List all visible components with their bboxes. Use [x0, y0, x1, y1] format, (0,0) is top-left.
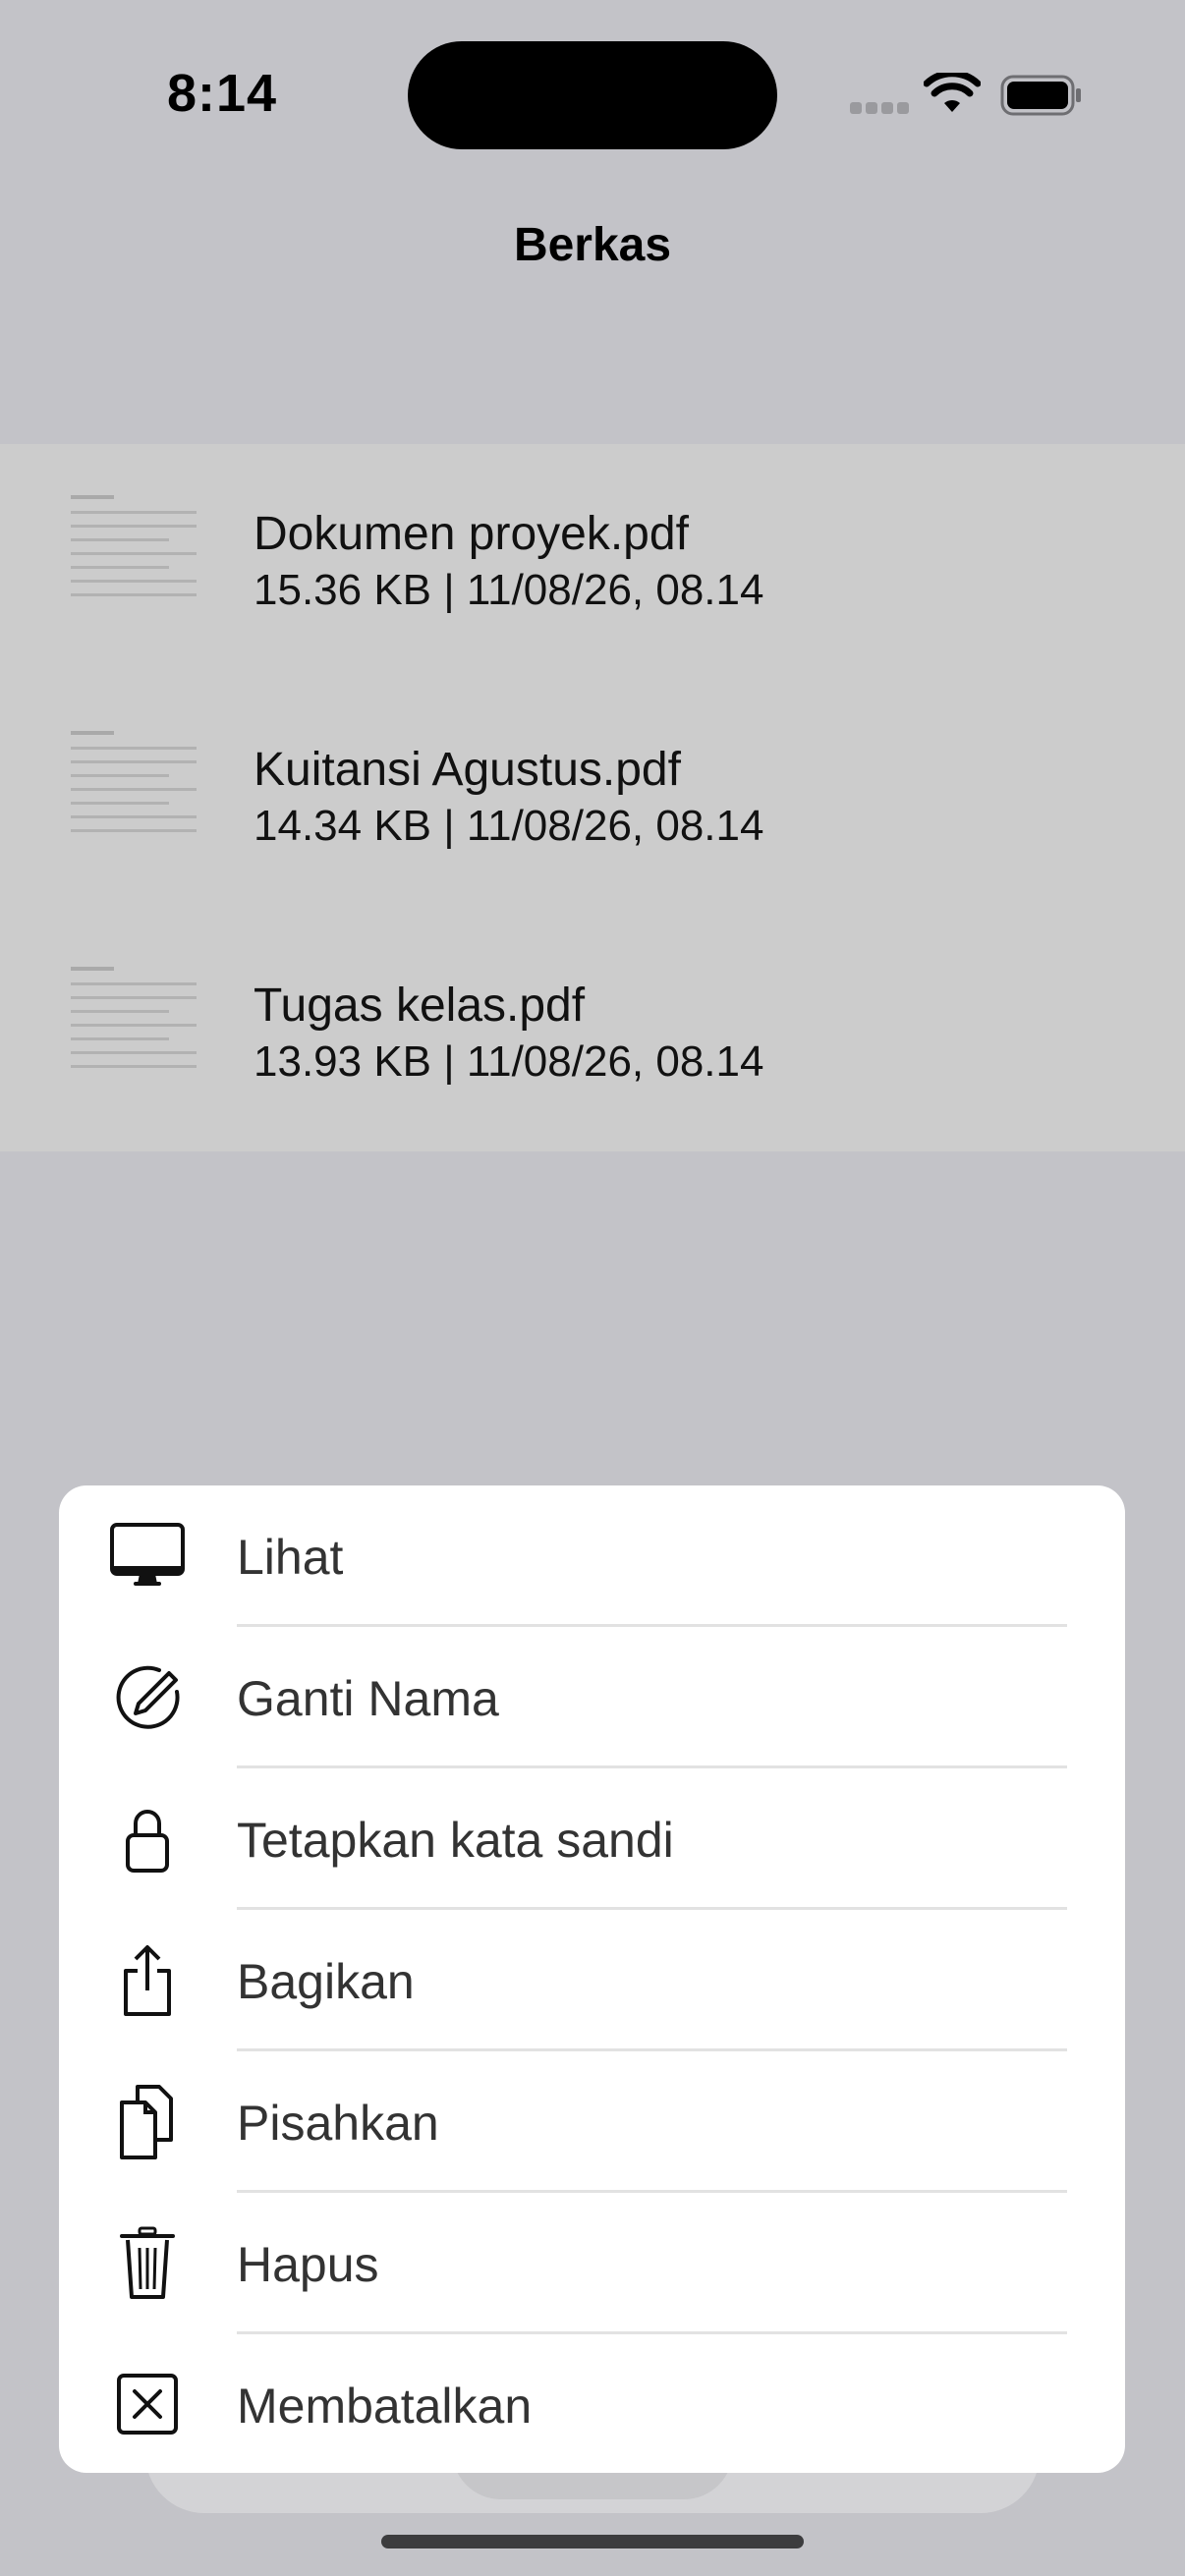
trash-icon [120, 2226, 175, 2299]
file-name: Kuitansi Agustus.pdf [254, 744, 681, 796]
pdf-thumbnail-icon [69, 967, 197, 1085]
action-view[interactable]: Lihat [59, 1485, 1125, 1627]
file-meta: 13.93 KB | 11/08/26, 08.14 [254, 1037, 764, 1086]
file-meta: 15.36 KB | 11/08/26, 08.14 [254, 566, 764, 614]
rename-pencil-icon [116, 1665, 180, 1729]
file-list: Dokumen proyek.pdf 15.36 KB | 11/08/26, … [0, 444, 1185, 1151]
cancel-x-icon [117, 2374, 178, 2435]
wifi-icon [924, 73, 981, 112]
action-label: Pisahkan [237, 2096, 439, 2151]
action-label: Bagikan [237, 1954, 415, 2009]
lock-icon [126, 1810, 169, 1873]
action-label: Tetapkan kata sandi [237, 1813, 674, 1868]
status-bar: 8:14 [0, 0, 1185, 196]
action-sheet: Lihat Ganti Nama Tetapkan kata sandi Bag… [59, 1485, 1125, 2473]
dynamic-island [408, 41, 777, 149]
action-split[interactable]: Pisahkan [59, 2051, 1125, 2193]
file-meta: 14.34 KB | 11/08/26, 08.14 [254, 802, 764, 850]
page-title: Berkas [513, 219, 672, 271]
file-name: Tugas kelas.pdf [254, 980, 586, 1032]
action-rename[interactable]: Ganti Nama [59, 1627, 1125, 1768]
home-indicator[interactable] [381, 2535, 804, 2548]
action-label: Ganti Nama [237, 1671, 499, 1726]
pdf-thumbnail-icon [69, 495, 197, 613]
action-share[interactable]: Bagikan [59, 1910, 1125, 2051]
action-set-password[interactable]: Tetapkan kata sandi [59, 1768, 1125, 1910]
action-label: Lihat [237, 1530, 344, 1585]
split-documents-icon [120, 2085, 173, 2159]
file-row[interactable]: Dokumen proyek.pdf 15.36 KB | 11/08/26, … [0, 444, 1185, 680]
action-label: Membatalkan [237, 2379, 533, 2434]
file-row[interactable]: Kuitansi Agustus.pdf 14.34 KB | 11/08/26… [0, 680, 1185, 916]
action-cancel[interactable]: Membatalkan [59, 2334, 1125, 2473]
pdf-thumbnail-icon [69, 731, 197, 849]
status-time: 8:14 [167, 64, 278, 123]
share-icon [124, 1945, 171, 2016]
file-row[interactable]: Tugas kelas.pdf 13.93 KB | 11/08/26, 08.… [0, 916, 1185, 1151]
file-name: Dokumen proyek.pdf [254, 508, 689, 560]
action-label: Hapus [237, 2237, 379, 2292]
display-icon [110, 1523, 185, 1586]
action-delete[interactable]: Hapus [59, 2193, 1125, 2334]
battery-icon [1000, 75, 1081, 116]
cellular-signal-icon [850, 102, 909, 116]
